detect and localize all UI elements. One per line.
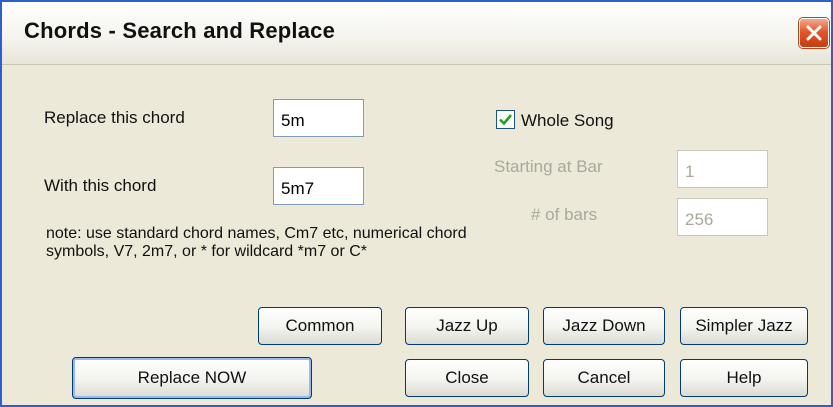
close-x-icon [806,25,822,41]
help-button[interactable]: Help [680,359,808,397]
title-bar: Chords - Search and Replace [2,2,831,65]
common-button[interactable]: Common [258,307,382,345]
whole-song-checkbox[interactable] [496,110,515,129]
replace-chord-label: Replace this chord [44,108,185,127]
close-window-button[interactable] [799,18,829,48]
dialog-title: Chords - Search and Replace [24,18,336,43]
usage-note: note: use standard chord names, Cm7 etc,… [46,225,467,260]
checkmark-icon [499,114,513,126]
simpler-jazz-button[interactable]: Simpler Jazz [680,307,808,345]
with-chord-input[interactable] [273,167,364,205]
cancel-button[interactable]: Cancel [543,359,665,397]
with-chord-label: With this chord [44,176,157,195]
jazz-down-button[interactable]: Jazz Down [543,307,665,345]
num-bars-input[interactable] [677,198,768,236]
replace-now-button[interactable]: Replace NOW [72,357,312,399]
search-replace-dialog: Chords - Search and Replace Replace this… [0,0,833,407]
close-button[interactable]: Close [405,359,529,397]
starting-bar-input[interactable] [677,150,768,188]
whole-song-label: Whole Song [521,111,614,130]
starting-bar-label: Starting at Bar [494,157,603,176]
replace-chord-input[interactable] [273,99,364,137]
jazz-up-button[interactable]: Jazz Up [405,307,529,345]
num-bars-label: # of bars [531,205,598,224]
